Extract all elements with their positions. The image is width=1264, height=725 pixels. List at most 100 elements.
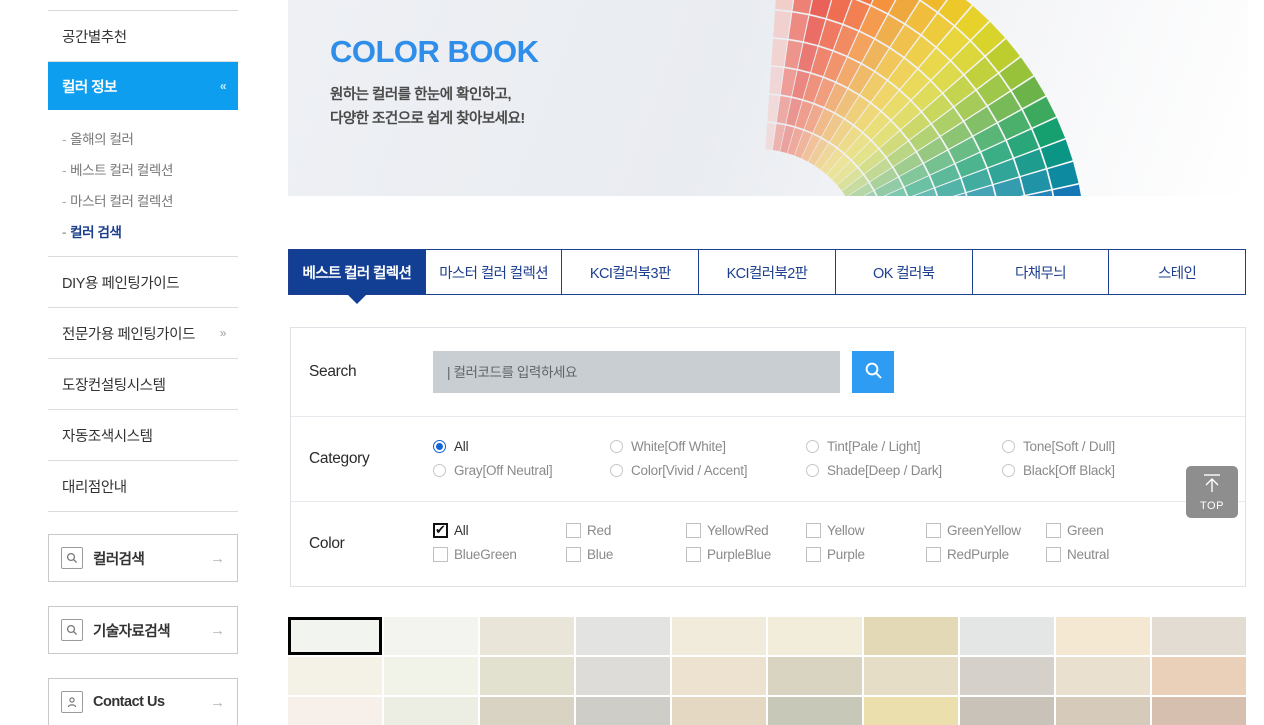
color-column-3: YellowRed PurpleBlue <box>686 520 806 568</box>
sidebar-item-diy-painting-guide[interactable]: DIY용 페인팅가이드 <box>48 257 238 308</box>
sidebar-item-label: 컬러 정보 <box>62 79 117 96</box>
color-swatch[interactable] <box>960 617 1054 655</box>
category-radio-color[interactable]: Color[Vivid / Accent] <box>610 459 806 481</box>
sidebar-item-color-info[interactable]: 컬러 정보 « <box>48 62 238 110</box>
tab-stain[interactable]: 스테인 <box>1108 250 1246 294</box>
dash-icon: - <box>62 132 67 147</box>
collection-tabs[interactable]: 베스트 컬러 컬렉션 마스터 컬러 컬렉션 KCI컬러북3판 KCI컬러북2판 … <box>288 249 1246 304</box>
color-swatch[interactable] <box>576 617 670 655</box>
tab-ok-colorbook[interactable]: OK 컬러북 <box>834 250 972 294</box>
banner-subtitle-line1: 원하는 컬러를 한눈에 확인하고, <box>330 87 512 103</box>
color-swatch[interactable] <box>1056 617 1150 655</box>
color-swatch[interactable] <box>480 697 574 725</box>
color-swatch[interactable] <box>1152 657 1246 695</box>
sidebar-subitem-color-search[interactable]: - 컬러 검색 <box>62 215 238 246</box>
color-checkbox-red[interactable]: Red <box>566 520 686 542</box>
color-option-label: Purple <box>827 547 865 562</box>
color-swatch[interactable] <box>480 657 574 695</box>
color-checkbox-purpleblue[interactable]: PurpleBlue <box>686 544 806 566</box>
category-radio-all[interactable]: All <box>433 435 610 457</box>
color-swatch[interactable] <box>768 657 862 695</box>
search-submit-button[interactable] <box>852 351 894 393</box>
color-checkbox-bluegreen[interactable]: BlueGreen <box>433 544 566 566</box>
sidebar-item-space-recommend[interactable]: 공간별추천 <box>48 11 238 62</box>
category-option-label: Black[Off Black] <box>1023 462 1115 478</box>
color-option-label: All <box>454 523 469 538</box>
color-swatch[interactable] <box>1056 697 1150 725</box>
color-swatch[interactable] <box>864 657 958 695</box>
checkbox-icon <box>926 547 941 562</box>
sidebar-button-color-search[interactable]: 컬러검색 → <box>48 534 238 582</box>
sidebar-item-pro-painting-guide[interactable]: 전문가용 페인팅가이드 » <box>48 308 238 359</box>
color-checkbox-greenyellow[interactable]: GreenYellow <box>926 520 1046 542</box>
color-swatch-grid[interactable] <box>288 617 1246 725</box>
search-box <box>433 351 894 393</box>
arrow-right-icon: → <box>210 549 225 567</box>
category-radio-white[interactable]: White[Off White] <box>610 435 806 457</box>
tab-kci-colorbook-3[interactable]: KCI컬러북3판 <box>561 250 699 294</box>
color-checkbox-purple[interactable]: Purple <box>806 544 926 566</box>
color-checkbox-yellowred[interactable]: YellowRed <box>686 520 806 542</box>
sidebar-button-contact-us[interactable]: Contact Us → <box>48 678 238 725</box>
sidebar-subitem-color-of-year[interactable]: - 올해의 컬러 <box>62 122 238 153</box>
color-swatch[interactable] <box>672 617 766 655</box>
sidebar-subitem-master-color-collection[interactable]: - 마스터 컬러 컬렉션 <box>62 184 238 215</box>
color-checkbox-all[interactable]: All <box>433 520 566 542</box>
sidebar-item-dealer-info[interactable]: 대리점안내 <box>48 461 238 512</box>
tab-master-color-collection[interactable]: 마스터 컬러 컬렉션 <box>424 250 562 294</box>
search-input[interactable] <box>433 351 840 393</box>
tab-label: 다채무늬 <box>1014 265 1067 282</box>
color-swatch[interactable] <box>288 697 382 725</box>
color-checkbox-green[interactable]: Green <box>1046 520 1166 542</box>
tab-kci-colorbook-2[interactable]: KCI컬러북2판 <box>698 250 835 294</box>
color-swatch[interactable] <box>864 617 958 655</box>
color-swatch[interactable] <box>768 617 862 655</box>
color-swatch[interactable] <box>576 657 670 695</box>
sidebar-item-auto-tinting[interactable]: 자동조색시스템 <box>48 410 238 461</box>
tab-label: KCI컬러북2판 <box>726 265 808 282</box>
color-swatch[interactable] <box>768 697 862 725</box>
sidebar-subitem-label: 마스터 컬러 컬렉션 <box>70 194 173 209</box>
color-swatch[interactable] <box>1056 657 1150 695</box>
color-checkbox-yellow[interactable]: Yellow <box>806 520 926 542</box>
sidebar-item-coating-consulting[interactable]: 도장컨설팅시스템 <box>48 359 238 410</box>
color-swatch[interactable] <box>288 657 382 695</box>
color-swatch[interactable] <box>384 657 478 695</box>
color-checkbox-redpurple[interactable]: RedPurple <box>926 544 1046 566</box>
sidebar-subitem-best-color-collection[interactable]: - 베스트 컬러 컬렉션 <box>62 153 238 184</box>
color-swatch[interactable] <box>960 697 1054 725</box>
checkbox-icon <box>1046 523 1061 538</box>
color-swatch[interactable] <box>1152 697 1246 725</box>
color-swatch[interactable] <box>384 617 478 655</box>
category-radio-shade[interactable]: Shade[Deep / Dark] <box>806 459 1002 481</box>
category-radio-tint[interactable]: Tint[Pale / Light] <box>806 435 1002 457</box>
sidebar-item-label: DIY용 페인팅가이드 <box>62 275 180 292</box>
color-checkbox-blue[interactable]: Blue <box>566 544 686 566</box>
filter-row-color: Color All BlueGreen <box>291 502 1245 585</box>
color-option-label: Neutral <box>1067 547 1110 562</box>
category-option-label: Gray[Off Neutral] <box>454 462 553 478</box>
sidebar-button-label: 기술자료검색 <box>93 623 171 640</box>
color-swatch[interactable] <box>1152 617 1246 655</box>
color-swatch[interactable] <box>288 617 382 655</box>
scroll-to-top-button[interactable]: TOP <box>1186 466 1238 518</box>
category-radio-tone[interactable]: Tone[Soft / Dull] <box>1002 435 1198 457</box>
sidebar-item-label: 도장컨설팅시스템 <box>62 377 166 394</box>
color-swatch[interactable] <box>384 697 478 725</box>
sidebar-button-tech-doc-search[interactable]: 기술자료검색 → <box>48 606 238 654</box>
category-radio-black[interactable]: Black[Off Black] <box>1002 459 1198 481</box>
color-swatch[interactable] <box>672 657 766 695</box>
color-swatch[interactable] <box>960 657 1054 695</box>
person-icon <box>61 691 83 713</box>
tab-best-color-collection[interactable]: 베스트 컬러 컬렉션 <box>288 250 425 304</box>
checkbox-icon <box>566 547 581 562</box>
category-radio-gray[interactable]: Gray[Off Neutral] <box>433 459 610 481</box>
color-swatch[interactable] <box>480 617 574 655</box>
color-swatch[interactable] <box>864 697 958 725</box>
arrow-right-icon: → <box>210 621 225 639</box>
color-checkbox-neutral[interactable]: Neutral <box>1046 544 1166 566</box>
color-swatch[interactable] <box>576 697 670 725</box>
tab-multi-pattern[interactable]: 다채무늬 <box>971 250 1109 294</box>
color-swatch[interactable] <box>672 697 766 725</box>
tab-label: KCI컬러북3판 <box>589 265 671 282</box>
